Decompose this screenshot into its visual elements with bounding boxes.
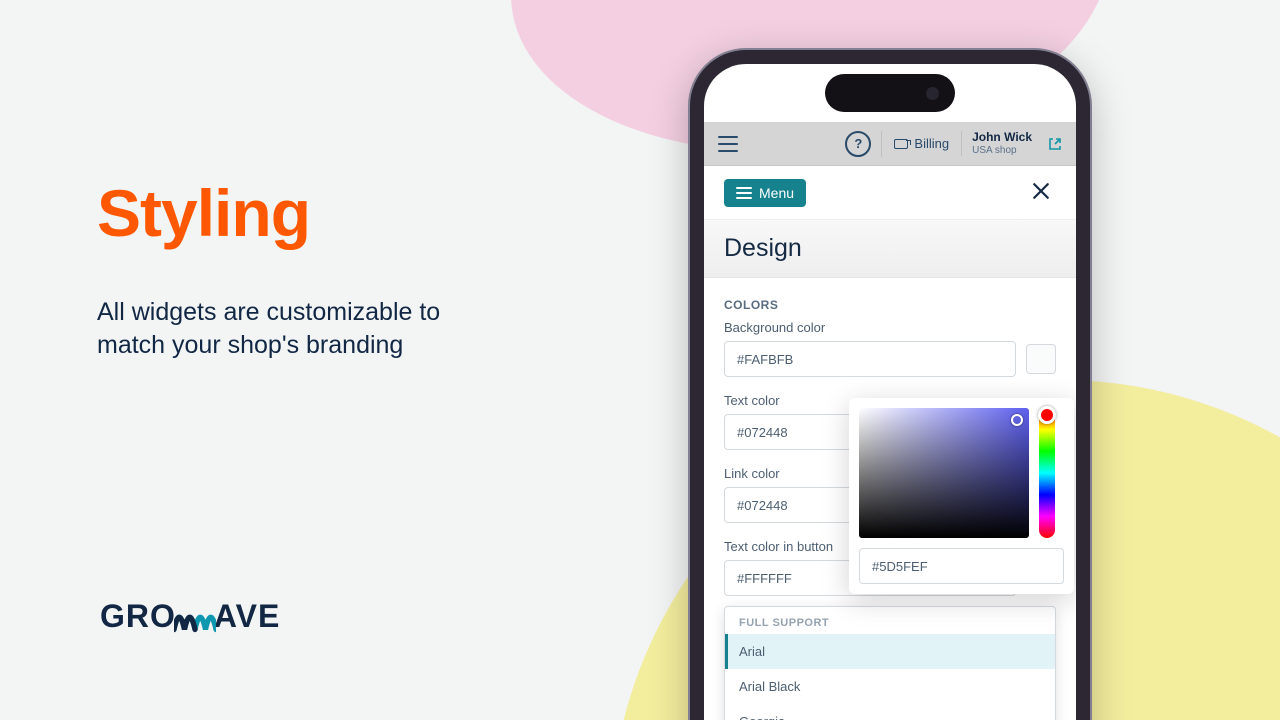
subheadline: All widgets are customizable to match yo… <box>97 296 457 361</box>
front-camera-icon <box>926 87 939 100</box>
logo-wave-icon <box>174 604 216 634</box>
color-swatch-0[interactable] <box>1026 344 1056 374</box>
main-menu-icon[interactable] <box>718 136 738 152</box>
hue-handle[interactable] <box>1038 406 1056 424</box>
notch <box>825 74 955 112</box>
field-label: Background color <box>724 320 1056 335</box>
section-heading-colors: COLORS <box>724 298 1056 312</box>
logo: GRO AVE <box>100 598 280 635</box>
billing-icon <box>894 139 908 149</box>
font-dropdown[interactable]: FULL SUPPORT ArialArial BlackGeorgia <box>724 606 1056 720</box>
font-option[interactable]: Arial <box>725 634 1055 669</box>
menu-button-label: Menu <box>759 185 794 201</box>
close-button[interactable] <box>1026 177 1056 209</box>
picker-hex-input[interactable] <box>859 548 1064 584</box>
billing-button[interactable]: Billing <box>881 131 949 157</box>
user-block[interactable]: John Wick USA shop <box>961 131 1032 155</box>
phone-screen: ? Billing John Wick USA shop Menu <box>704 64 1076 720</box>
logo-text-right: AVE <box>214 598 280 634</box>
user-name: John Wick <box>972 131 1032 144</box>
phone-frame: ? Billing John Wick USA shop Menu <box>690 50 1090 720</box>
saturation-handle[interactable] <box>1011 414 1023 426</box>
headline: Styling <box>97 175 457 251</box>
topbar: ? Billing John Wick USA shop <box>704 122 1076 166</box>
color-picker[interactable] <box>849 398 1074 594</box>
menu-icon <box>736 187 752 199</box>
logo-text-left: GRO <box>100 598 176 634</box>
menu-button[interactable]: Menu <box>724 179 806 207</box>
help-icon[interactable]: ? <box>845 131 871 157</box>
font-option[interactable]: Arial Black <box>725 669 1055 704</box>
font-dropdown-heading: FULL SUPPORT <box>725 607 1055 634</box>
hue-slider[interactable] <box>1039 408 1055 538</box>
billing-label: Billing <box>914 136 949 151</box>
page-title: Design <box>704 220 1076 278</box>
saturation-area[interactable] <box>859 408 1029 538</box>
shop-name: USA shop <box>972 145 1032 156</box>
external-link-icon[interactable] <box>1048 137 1062 151</box>
design-form: COLORS Background color Text color Link … <box>704 278 1076 705</box>
color-input-0[interactable] <box>724 341 1016 377</box>
menubar: Menu <box>704 166 1076 220</box>
font-option[interactable]: Georgia <box>725 704 1055 720</box>
